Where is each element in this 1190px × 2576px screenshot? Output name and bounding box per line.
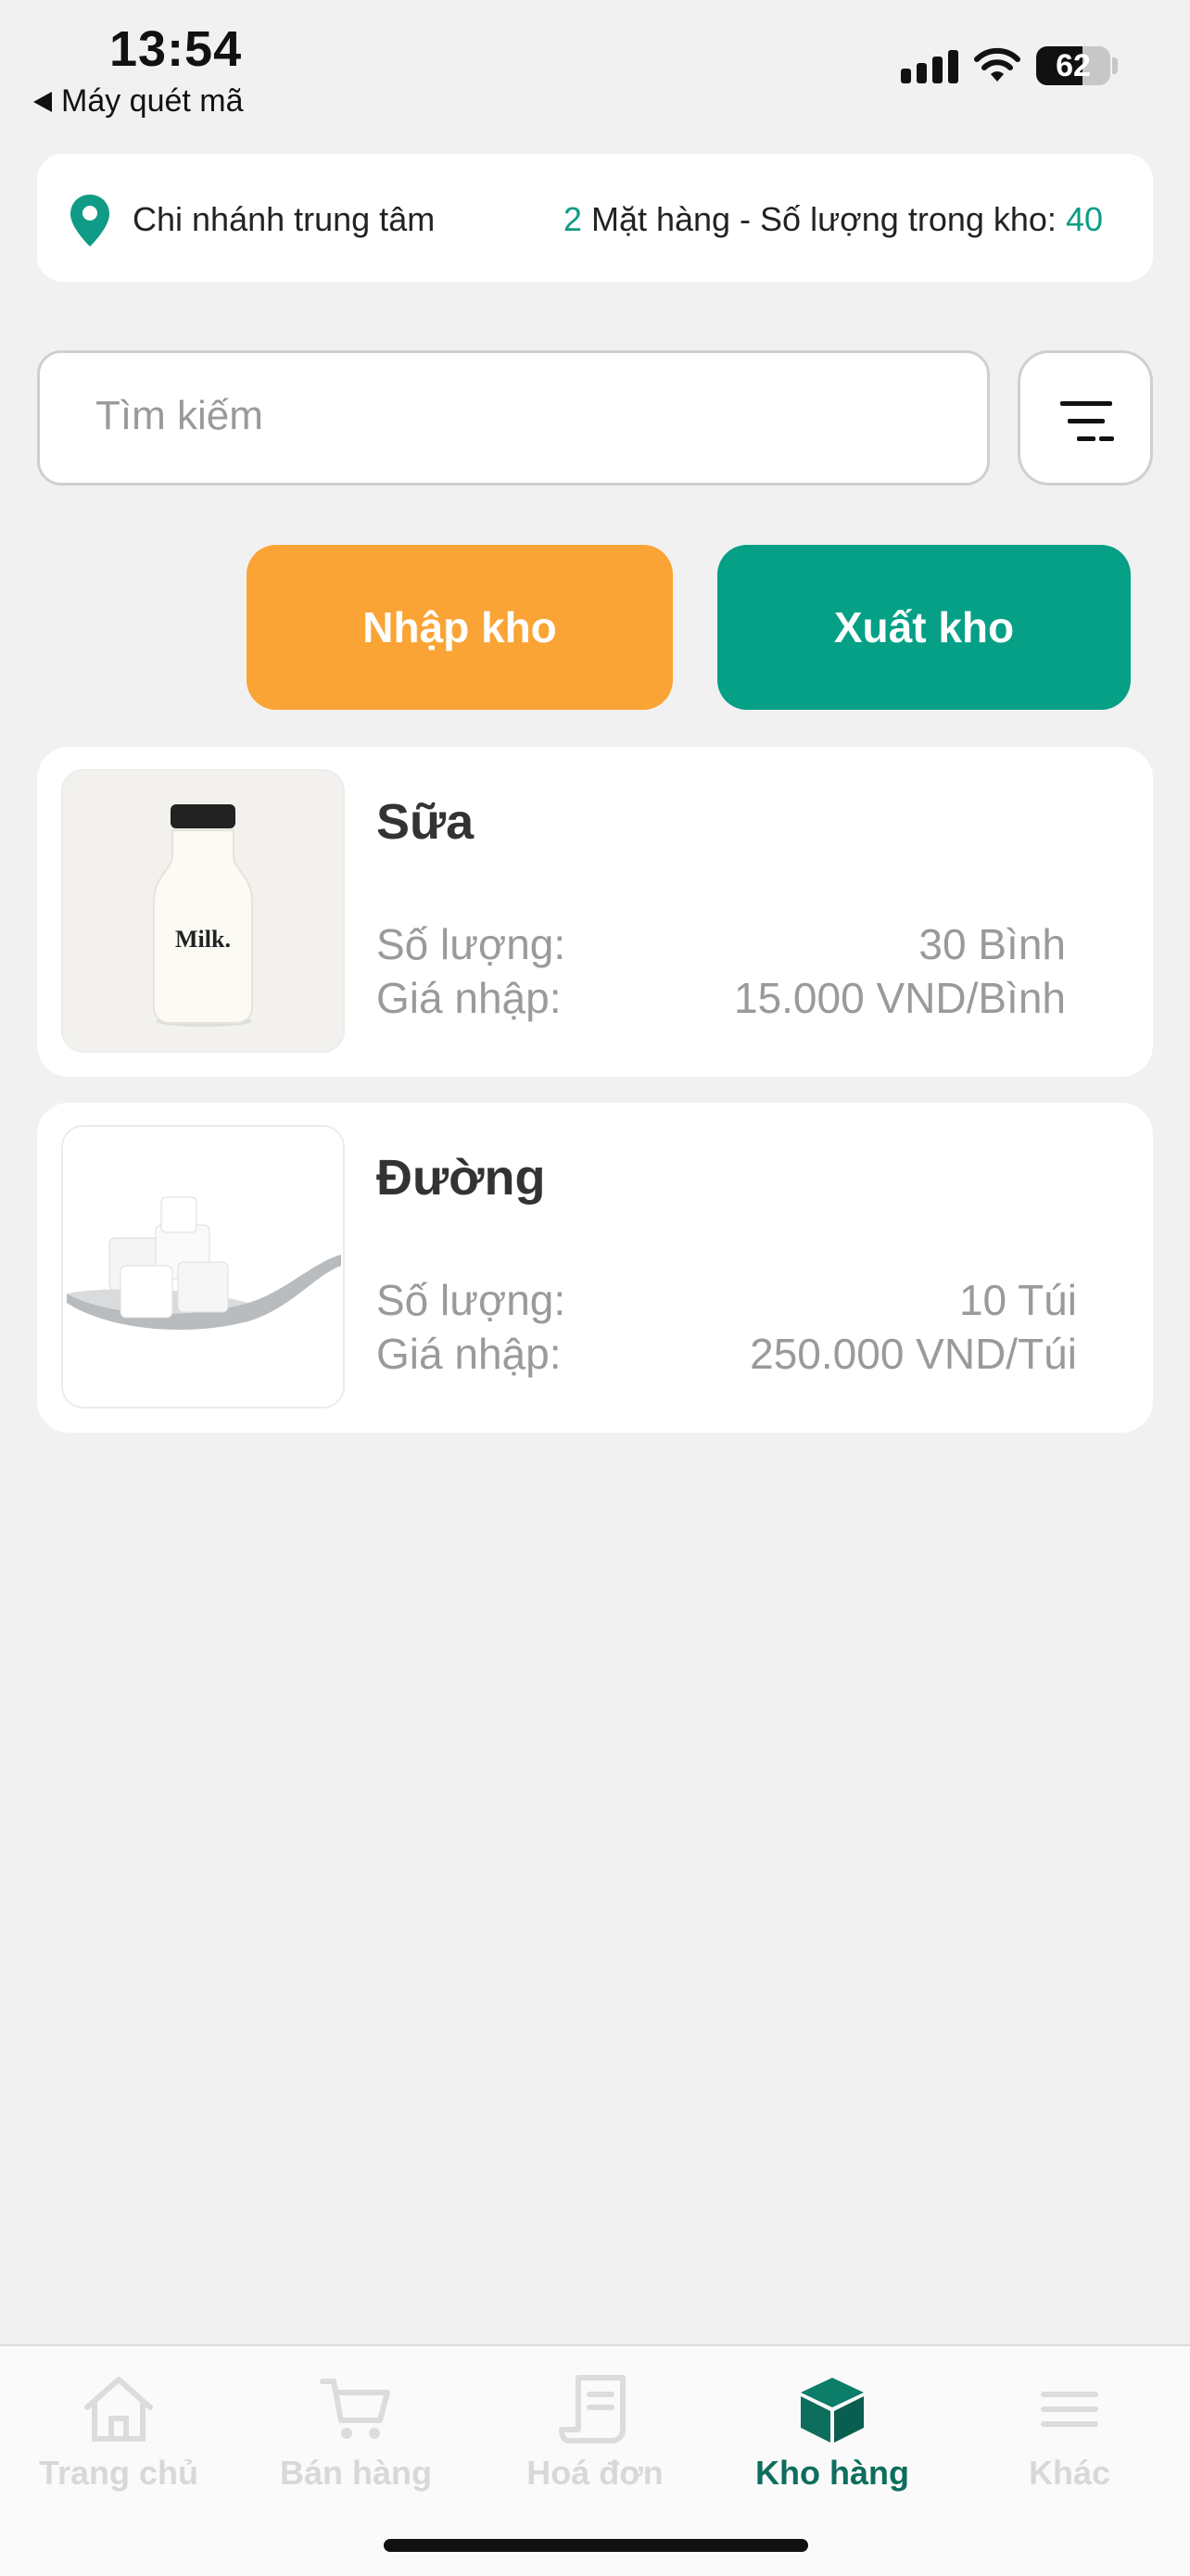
quantity-label: Số lượng:	[376, 920, 566, 968]
home-icon	[84, 2377, 153, 2442]
product-image-sugar	[61, 1125, 345, 1408]
search-input[interactable]	[94, 392, 931, 440]
location-pin-icon	[70, 195, 109, 246]
back-app-label: Máy quét mã	[61, 83, 244, 119]
product-quantity-row: Số lượng: 10 Túi	[376, 1275, 1077, 1325]
milk-logo-text: Milk.	[175, 926, 231, 953]
filter-button[interactable]	[1018, 350, 1153, 486]
nav-item-home[interactable]: Trang chủ	[7, 2374, 230, 2493]
back-to-app-link[interactable]: Máy quét mã	[33, 83, 244, 120]
nav-item-invoices[interactable]: Hoá đơn	[484, 2374, 706, 2493]
nav-item-sales[interactable]: Bán hàng	[245, 2374, 467, 2493]
nav-item-inventory[interactable]: Kho hàng	[721, 2374, 943, 2493]
battery-level: 62	[1056, 48, 1091, 83]
import-stock-button[interactable]: Nhập kho	[247, 545, 673, 710]
nav-label: Hoá đơn	[526, 2454, 664, 2492]
item-count: 2	[563, 200, 582, 238]
branch-name: Chi nhánh trung tâm	[133, 200, 436, 238]
product-name: Đường	[376, 1150, 546, 1206]
nav-item-more[interactable]: Khác	[958, 2374, 1181, 2493]
product-name: Sữa	[376, 794, 475, 850]
receipt-icon	[559, 2375, 626, 2443]
quantity-value: 30 Bình	[918, 920, 1066, 968]
price-label: Giá nhập:	[376, 974, 562, 1022]
stats-label: Mặt hàng - Số lượng trong kho:	[590, 200, 1057, 238]
nav-label: Khác	[1028, 2454, 1111, 2492]
nav-label: Kho hàng	[755, 2454, 909, 2492]
back-arrow-icon	[33, 91, 52, 112]
product-quantity-row: Số lượng: 30 Bình	[376, 919, 1066, 969]
stock-total: 40	[1065, 200, 1103, 238]
product-image-milk: Milk.	[61, 769, 345, 1053]
product-price-row: Giá nhập: 15.000 VND/Bình	[376, 973, 1066, 1023]
price-value: 15.000 VND/Bình	[733, 974, 1066, 1022]
battery-icon: 62	[1036, 46, 1110, 85]
price-value: 250.000 VND/Túi	[750, 1330, 1077, 1378]
battery-cap	[1112, 57, 1118, 74]
menu-icon	[1041, 2392, 1098, 2427]
product-card[interactable]: Milk. Sữa Số lượng: 30 Bình Giá nhập: 15…	[37, 747, 1153, 1077]
product-card[interactable]: Đường Số lượng: 10 Túi Giá nhập: 250.000…	[37, 1103, 1153, 1433]
nav-label: Bán hàng	[279, 2454, 432, 2492]
quantity-value: 10 Túi	[958, 1276, 1077, 1324]
product-price-row: Giá nhập: 250.000 VND/Túi	[376, 1329, 1077, 1379]
status-time: 13:54	[109, 21, 243, 77]
home-indicator	[384, 2539, 808, 2552]
cellular-signal-icon	[901, 50, 958, 83]
filter-icon	[1060, 401, 1114, 441]
price-label: Giá nhập:	[376, 1330, 562, 1378]
wifi-icon	[974, 47, 1020, 82]
export-stock-button[interactable]: Xuất kho	[717, 545, 1131, 710]
quantity-label: Số lượng:	[376, 1276, 566, 1324]
box-icon	[801, 2378, 864, 2443]
branch-info-card[interactable]: Chi nhánh trung tâm 2 Mặt hàng - Số lượn…	[37, 154, 1153, 282]
status-bar: 13:54 Máy quét mã 62	[0, 0, 1190, 130]
nav-label: Trang chủ	[38, 2454, 199, 2492]
search-box[interactable]	[37, 350, 990, 486]
cart-icon	[320, 2379, 390, 2439]
branch-stock-summary: 2 Mặt hàng - Số lượng trong kho: 40	[563, 200, 1103, 239]
